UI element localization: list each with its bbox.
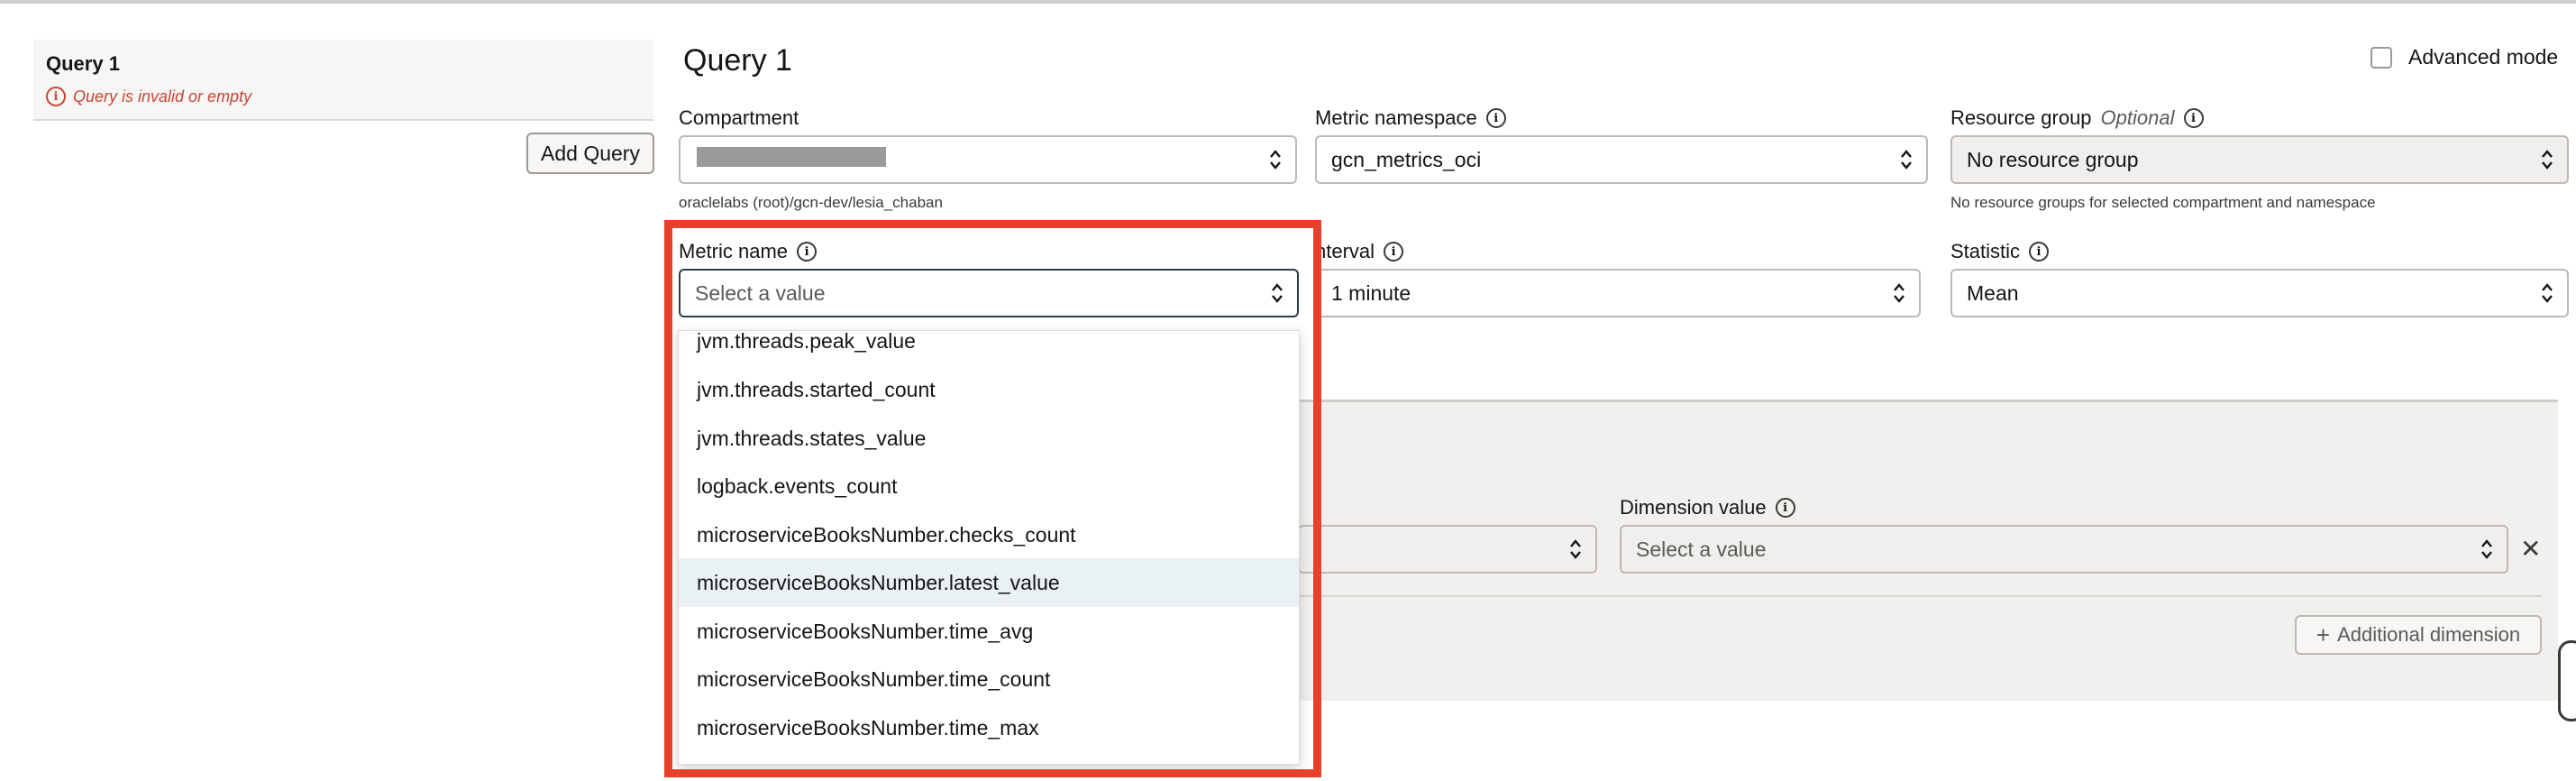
chevron-up-down-icon [1272, 283, 1283, 303]
additional-dimension-label: Additional dimension [2337, 623, 2521, 646]
resource-group-value: No resource group [1967, 147, 2139, 171]
dropdown-option[interactable]: jvm.threads.peak_value [679, 331, 1299, 365]
chevron-up-down-icon [1894, 283, 1905, 303]
compartment-select[interactable] [679, 135, 1297, 184]
dimension-value-placeholder: Select a value [1636, 537, 1767, 561]
top-border [0, 0, 2576, 4]
page-title: Query 1 [683, 43, 792, 78]
dropdown-option[interactable]: microserviceBooksNumber.time_avg [679, 607, 1299, 656]
interval-label-text: nterval [1315, 240, 1375, 262]
dropdown-option[interactable]: logback.events_count [679, 462, 1299, 510]
info-icon[interactable]: i [797, 242, 818, 262]
dimension-value-label-text: Dimension value [1620, 496, 1767, 519]
compartment-label-text: Compartment [679, 106, 799, 129]
compartment-label: Compartment [679, 106, 799, 130]
dimension-name-select[interactable] [1298, 525, 1597, 574]
metric-namespace-value: gcn_metrics_oci [1331, 147, 1482, 171]
remove-dimension-icon[interactable]: ✕ [2520, 534, 2541, 564]
metric-namespace-label-text: Metric namespace [1315, 106, 1477, 129]
query-item-title: Query 1 [46, 52, 120, 75]
advanced-mode-checkbox[interactable] [2370, 46, 2392, 69]
interval-label: nterval i [1315, 240, 1404, 263]
additional-dimension-button[interactable]: + Additional dimension [2295, 615, 2542, 655]
dimension-value-label: Dimension value i [1620, 496, 1795, 519]
dropdown-option[interactable]: microserviceBooksNumber.time_count [679, 655, 1299, 703]
info-icon[interactable]: i [2029, 242, 2050, 262]
metric-name-dropdown: jvm.threads.peak_value jvm.threads.start… [678, 330, 1300, 765]
dropdown-option[interactable]: jvm.threads.states_value [679, 414, 1299, 463]
interval-value: 1 minute [1331, 280, 1411, 305]
info-icon[interactable]: i [1485, 108, 1506, 128]
divider [1298, 595, 2542, 597]
dimension-value-select[interactable]: Select a value [1620, 525, 2508, 574]
chevron-up-down-icon [1270, 150, 1281, 170]
query-error-message: i Query is invalid or empty [46, 87, 251, 106]
statistic-select[interactable]: Mean [1950, 269, 2569, 317]
statistic-label-text: Statistic [1950, 240, 2021, 262]
info-icon[interactable]: i [1775, 498, 1795, 518]
chevron-up-down-icon [1570, 539, 1581, 559]
metric-name-label-text: Metric name [679, 240, 789, 262]
dropdown-option[interactable]: microserviceBooksNumber.checks_count [679, 510, 1299, 559]
query-error-text: Query is invalid or empty [73, 87, 252, 106]
chevron-up-down-icon [2481, 539, 2492, 559]
metric-namespace-select[interactable]: gcn_metrics_oci [1315, 135, 1928, 184]
optional-tag: Optional [2100, 106, 2175, 129]
compartment-path-hint: oraclelabs (root)/gcn-dev/lesia_chaban [679, 194, 943, 211]
compartment-value [695, 147, 1295, 172]
metric-name-label: Metric name i [679, 240, 818, 263]
help-widget-icon[interactable] [2558, 640, 2576, 721]
add-query-button[interactable]: Add Query [526, 133, 654, 174]
resource-group-hint: No resource groups for selected compartm… [1950, 194, 2376, 211]
info-icon[interactable]: i [1384, 242, 1404, 262]
query-list-item[interactable]: Query 1 i Query is invalid or empty [33, 40, 653, 121]
chevron-up-down-icon [2542, 150, 2553, 170]
interval-select[interactable]: 1 minute [1315, 269, 1921, 317]
resource-group-select[interactable]: No resource group [1950, 135, 2569, 184]
advanced-mode-toggle[interactable]: Advanced mode [2370, 45, 2558, 69]
statistic-label: Statistic i [1950, 240, 2050, 263]
resource-group-label-text: Resource group [1950, 106, 2092, 129]
error-info-icon: i [46, 87, 66, 106]
dropdown-option[interactable]: microserviceBooksNumber.time_max [679, 703, 1299, 752]
dropdown-option-hovered[interactable]: microserviceBooksNumber.latest_value [679, 558, 1299, 607]
redacted-value [697, 147, 886, 167]
dropdown-option[interactable]: jvm.threads.started_count [679, 365, 1299, 414]
metric-name-placeholder: Select a value [695, 280, 826, 305]
chevron-up-down-icon [2542, 283, 2553, 303]
statistic-value: Mean [1967, 280, 2019, 305]
resource-group-label: Resource group Optional i [1950, 106, 2204, 130]
plus-icon: + [2316, 620, 2331, 648]
info-icon[interactable]: i [2183, 108, 2204, 128]
chevron-up-down-icon [1901, 150, 1912, 170]
metric-name-select[interactable]: Select a value [679, 269, 1299, 317]
advanced-mode-label: Advanced mode [2408, 45, 2559, 69]
metric-namespace-label: Metric namespace i [1315, 106, 1506, 130]
